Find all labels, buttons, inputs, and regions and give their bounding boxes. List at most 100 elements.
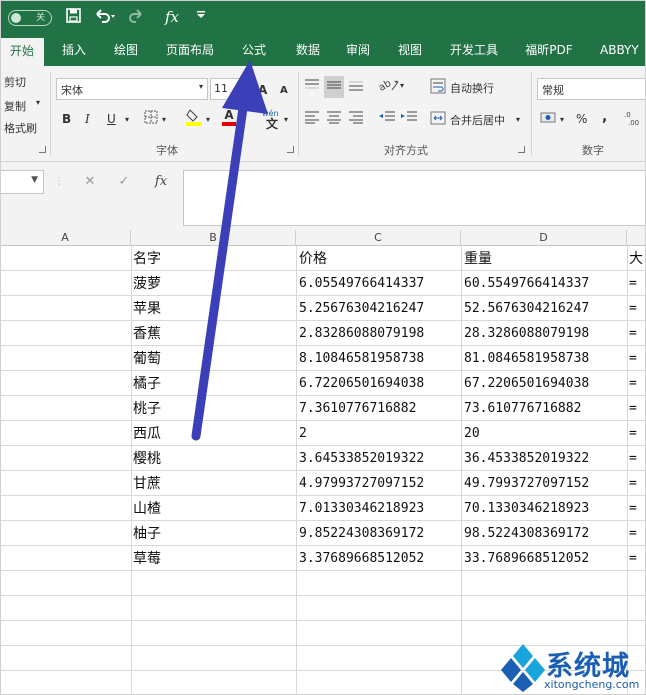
fill-color-icon[interactable] bbox=[186, 108, 202, 130]
insert-function-button[interactable]: fx bbox=[146, 170, 176, 194]
cell-formula[interactable]: = bbox=[629, 421, 646, 446]
font-color-button[interactable]: A bbox=[222, 108, 236, 126]
cell-formula[interactable]: = bbox=[629, 346, 646, 371]
accounting-format-icon[interactable] bbox=[540, 110, 558, 130]
tab-page-layout[interactable]: 页面布局 bbox=[158, 36, 222, 66]
cell-weight[interactable]: 98.5224308369172 bbox=[464, 521, 627, 546]
merge-center-icon[interactable] bbox=[430, 110, 446, 130]
header-cell-e[interactable]: 大 bbox=[629, 246, 646, 271]
font-name-select[interactable]: 宋体 ▾ bbox=[56, 78, 208, 100]
cell-formula[interactable]: = bbox=[629, 471, 646, 496]
save-icon[interactable] bbox=[66, 8, 81, 27]
cut-button[interactable]: 剪切 bbox=[4, 74, 26, 90]
cell-name[interactable]: 樱桃 bbox=[133, 446, 293, 471]
wrap-text-icon[interactable] bbox=[430, 78, 446, 98]
fill-color-dropdown-icon[interactable]: ▾ bbox=[206, 112, 210, 128]
tab-data[interactable]: 数据 bbox=[286, 36, 330, 66]
tab-foxit-pdf[interactable]: 福昕PDF bbox=[516, 36, 582, 66]
cell-formula[interactable]: = bbox=[629, 371, 646, 396]
tab-insert[interactable]: 插入 bbox=[52, 36, 96, 66]
clipboard-launcher-icon[interactable] bbox=[39, 146, 46, 153]
cell-name[interactable]: 苹果 bbox=[133, 296, 293, 321]
tab-review[interactable]: 审阅 bbox=[336, 36, 380, 66]
header-cell-price[interactable]: 价格 bbox=[299, 246, 459, 271]
merge-center-button[interactable]: 合并后居中 bbox=[450, 112, 505, 128]
cell-price[interactable]: 8.10846581958738 bbox=[299, 346, 459, 371]
column-header-e[interactable] bbox=[627, 230, 646, 246]
cell-formula[interactable]: = bbox=[629, 396, 646, 421]
alignment-launcher-icon[interactable] bbox=[518, 146, 525, 153]
cancel-formula-button[interactable]: ✕ bbox=[78, 170, 102, 194]
cell-weight[interactable]: 20 bbox=[464, 421, 627, 446]
cell-price[interactable]: 2 bbox=[299, 421, 459, 446]
percent-style-button[interactable]: % bbox=[576, 111, 587, 127]
cell-name[interactable]: 甘蔗 bbox=[133, 471, 293, 496]
cell-name[interactable]: 西瓜 bbox=[133, 421, 293, 446]
cell-name[interactable]: 柚子 bbox=[133, 521, 293, 546]
cell-formula[interactable]: = bbox=[629, 446, 646, 471]
cell-name[interactable]: 葡萄 bbox=[133, 346, 293, 371]
column-header-c[interactable]: C bbox=[296, 230, 461, 246]
cell-weight[interactable]: 49.7993727097152 bbox=[464, 471, 627, 496]
borders-dropdown-icon[interactable]: ▾ bbox=[162, 112, 166, 128]
cell-formula[interactable]: = bbox=[629, 496, 646, 521]
comma-style-button[interactable]: , bbox=[602, 109, 607, 125]
cell-formula[interactable]: = bbox=[629, 546, 646, 571]
undo-icon[interactable] bbox=[94, 8, 116, 28]
cell-weight[interactable]: 73.610776716882 bbox=[464, 396, 627, 421]
italic-button[interactable]: I bbox=[85, 111, 90, 127]
column-header-d[interactable]: D bbox=[461, 230, 627, 246]
enter-formula-button[interactable]: ✓ bbox=[112, 170, 136, 194]
accounting-dropdown-icon[interactable]: ▾ bbox=[560, 112, 564, 128]
cell-weight[interactable]: 60.5549766414337 bbox=[464, 271, 627, 296]
copy-button[interactable]: 复制 bbox=[4, 98, 26, 114]
cell-name[interactable]: 草莓 bbox=[133, 546, 293, 571]
grow-font-icon[interactable]: A bbox=[258, 82, 267, 98]
cell-name[interactable]: 桃子 bbox=[133, 396, 293, 421]
align-middle-icon[interactable] bbox=[324, 76, 344, 98]
tab-developer[interactable]: 开发工具 bbox=[442, 36, 506, 66]
cell-name[interactable]: 菠萝 bbox=[133, 271, 293, 296]
cell-weight[interactable]: 33.7689668512052 bbox=[464, 546, 627, 571]
cell-weight[interactable]: 36.4533852019322 bbox=[464, 446, 627, 471]
cell-price[interactable]: 6.05549766414337 bbox=[299, 271, 459, 296]
cell-weight[interactable]: 52.5676304216247 bbox=[464, 296, 627, 321]
cell-price[interactable]: 5.25676304216247 bbox=[299, 296, 459, 321]
cell-name[interactable]: 橘子 bbox=[133, 371, 293, 396]
fx-icon[interactable]: fx bbox=[165, 8, 179, 26]
cell-price[interactable]: 3.37689668512052 bbox=[299, 546, 459, 571]
cell-price[interactable]: 6.72206501694038 bbox=[299, 371, 459, 396]
decrease-indent-icon[interactable] bbox=[378, 110, 396, 128]
tab-abbyy[interactable]: ABBYY bbox=[594, 36, 646, 66]
shrink-font-icon[interactable]: A bbox=[280, 83, 288, 99]
bold-button[interactable]: B bbox=[62, 111, 71, 127]
cell-price[interactable]: 2.83286088079198 bbox=[299, 321, 459, 346]
orientation-dropdown-icon[interactable]: ▾ bbox=[400, 78, 404, 94]
header-cell-weight[interactable]: 重量 bbox=[464, 246, 627, 271]
align-right-icon[interactable] bbox=[348, 110, 364, 128]
borders-icon[interactable] bbox=[144, 110, 158, 128]
header-cell-name[interactable]: 名字 bbox=[133, 246, 293, 271]
column-header-a[interactable]: A bbox=[0, 230, 131, 246]
merge-dropdown-icon[interactable]: ▾ bbox=[516, 112, 520, 128]
cell-name[interactable]: 香蕉 bbox=[133, 321, 293, 346]
phonetic-char-icon[interactable]: 文 bbox=[266, 116, 278, 132]
cell-name[interactable]: 山楂 bbox=[133, 496, 293, 521]
redo-icon[interactable] bbox=[128, 8, 148, 28]
formula-input[interactable] bbox=[183, 170, 646, 226]
customize-icon[interactable] bbox=[196, 8, 206, 27]
name-box[interactable]: ▼ bbox=[0, 170, 44, 194]
cell-weight[interactable]: 67.2206501694038 bbox=[464, 371, 627, 396]
tab-formulas[interactable]: 公式 bbox=[232, 36, 276, 66]
autosave-toggle[interactable]: 关 bbox=[8, 10, 52, 26]
align-center-icon[interactable] bbox=[326, 110, 342, 128]
format-painter-button[interactable]: 格式刷 bbox=[4, 120, 37, 136]
cell-weight[interactable]: 70.1330346218923 bbox=[464, 496, 627, 521]
underline-dropdown-icon[interactable]: ▾ bbox=[125, 112, 129, 128]
cell-formula[interactable]: = bbox=[629, 521, 646, 546]
cell-price[interactable]: 3.64533852019322 bbox=[299, 446, 459, 471]
copy-dropdown-icon[interactable]: ▾ bbox=[36, 98, 40, 107]
align-left-icon[interactable] bbox=[304, 110, 320, 128]
font-launcher-icon[interactable] bbox=[287, 146, 294, 153]
cell-price[interactable]: 4.97993727097152 bbox=[299, 471, 459, 496]
